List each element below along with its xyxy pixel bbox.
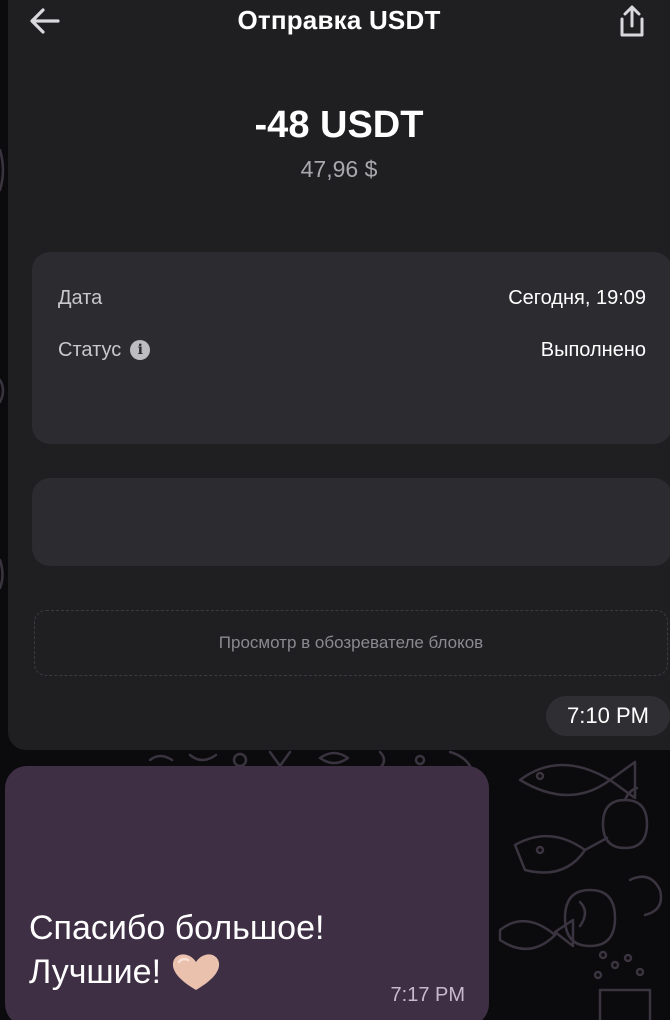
transaction-details-card: Дата Сегодня, 19:09 Статус i Выполнено bbox=[32, 252, 670, 444]
detail-label: Дата bbox=[58, 286, 103, 309]
message-text: Спасибо большое! Лучшие! bbox=[29, 906, 324, 994]
empty-card bbox=[32, 478, 670, 566]
detail-row-date: Дата Сегодня, 19:09 bbox=[58, 283, 646, 313]
chat-screen: Отправка USDT -48 USDT 47,96 $ Дата Сего… bbox=[0, 0, 670, 1020]
message-line-2: Лучшие! bbox=[29, 953, 162, 991]
screenshot-title: Отправка USDT bbox=[237, 5, 441, 35]
share-icon bbox=[620, 5, 644, 37]
transfer-amount: -48 USDT bbox=[254, 104, 424, 146]
detail-value: Выполнено bbox=[540, 338, 646, 361]
detail-label: Статус bbox=[58, 338, 122, 361]
screenshot-image-bubble[interactable]: Отправка USDT -48 USDT 47,96 $ Дата Сего… bbox=[8, 0, 670, 750]
info-icon: i bbox=[130, 340, 151, 360]
detail-row-status: Статус i Выполнено bbox=[58, 335, 646, 365]
detail-label-wrap: Статус i bbox=[58, 338, 151, 362]
block-explorer-button: Просмотр в обозревателе блоков bbox=[34, 610, 668, 676]
message-line-2-wrap: Лучшие! bbox=[29, 950, 324, 994]
message-timestamp: 7:17 PM bbox=[390, 984, 465, 1006]
heart-icon bbox=[172, 954, 220, 990]
image-timestamp: 7:10 PM bbox=[546, 696, 670, 736]
screenshot-header: Отправка USDT bbox=[8, 0, 670, 46]
transfer-amount-fiat: 47,96 $ bbox=[300, 156, 378, 182]
outgoing-message-bubble[interactable]: Спасибо большое! Лучшие! 7:17 PM bbox=[5, 766, 489, 1020]
message-line-1: Спасибо большое! bbox=[29, 909, 325, 947]
detail-value: Сегодня, 19:09 bbox=[508, 286, 646, 309]
